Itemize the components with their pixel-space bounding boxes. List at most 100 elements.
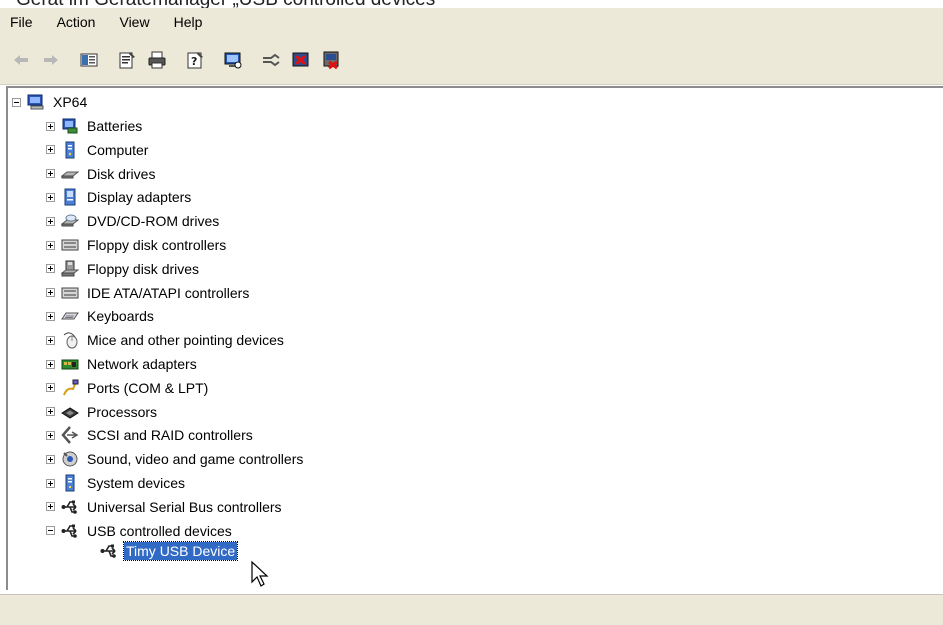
svg-text:?: ? (191, 55, 197, 68)
tree-category-label: IDE ATA/ATAPI controllers (87, 284, 250, 301)
properties-icon[interactable] (114, 47, 140, 73)
tree-category-row[interactable]: USB controlled devices (46, 520, 234, 542)
tree-category-label: Mice and other pointing devices (87, 332, 284, 349)
expand-button[interactable] (46, 240, 55, 250)
expand-button[interactable] (46, 264, 55, 274)
tree-category-label: Floppy disk controllers (87, 237, 227, 253)
tree-category-row[interactable]: Batteries (46, 115, 144, 137)
expand-button[interactable] (46, 335, 55, 345)
expand-button[interactable] (46, 169, 55, 179)
expand-button[interactable] (46, 478, 55, 488)
tree-category-row[interactable]: System devices (46, 472, 187, 494)
collapse-button[interactable] (12, 97, 21, 107)
floppy-drive-icon (61, 260, 79, 278)
tree-category-row[interactable]: Processors (46, 401, 159, 423)
tree-category-row[interactable]: Computer (46, 139, 150, 161)
tree-category-row[interactable]: Floppy disk controllers (46, 234, 228, 256)
scsi-controller-icon (61, 426, 79, 445)
tree-category-label: Ports (COM & LPT) (87, 379, 209, 396)
computer-icon (27, 93, 45, 111)
tree-root-label: XP64 (53, 94, 88, 110)
expand-button[interactable] (46, 216, 55, 226)
status-bar (0, 594, 943, 625)
mouse-pointer-icon (251, 560, 269, 587)
expand-button[interactable] (46, 121, 55, 131)
tree-category-label: Floppy disk drives (87, 260, 200, 277)
cut-off-caption: Gerät im Gerätemanager „USB controlled d… (0, 0, 943, 8)
tree-category-label: Display adapters (87, 189, 192, 206)
tree-category-label: USB controlled devices (87, 522, 232, 539)
collapse-button[interactable] (46, 526, 55, 536)
tree-category-label: Disk drives (87, 165, 156, 182)
selected-device-label[interactable]: Timy USB Device (122, 541, 239, 561)
menu-file[interactable]: File (0, 8, 45, 36)
device-tree: XP64 Batteries Computer Disk drives Display… (6, 86, 943, 590)
display-adapter-icon (61, 188, 79, 206)
tree-category-label: Batteries (87, 118, 143, 134)
expand-button[interactable] (46, 145, 55, 155)
tree-category-row[interactable]: Ports (COM & LPT) (46, 377, 210, 399)
tree-category-label: SCSI and RAID controllers (87, 427, 253, 444)
disable-device-icon[interactable] (288, 47, 314, 73)
system-device-icon (61, 474, 79, 492)
floppy-controller-icon (61, 236, 79, 254)
computer-icon (61, 141, 79, 159)
tree-category-row[interactable]: Network adapters (46, 353, 199, 375)
port-icon (61, 379, 79, 397)
help-icon[interactable]: ? (182, 47, 208, 73)
expand-button[interactable] (46, 502, 55, 512)
expand-button[interactable] (46, 430, 55, 440)
dvd-drive-icon (61, 212, 79, 230)
tree-category-row[interactable]: Floppy disk drives (46, 258, 201, 280)
tree-category-label: DVD/CD-ROM drives (87, 213, 220, 230)
forward-arrow-icon[interactable] (38, 47, 64, 73)
tree-category-row[interactable]: SCSI and RAID controllers (46, 424, 255, 446)
tree-category-row[interactable]: Display adapters (46, 186, 193, 208)
usb-icon (61, 522, 79, 540)
usb-icon (61, 498, 79, 516)
expand-button[interactable] (46, 288, 55, 298)
menu-view[interactable]: View (107, 8, 161, 36)
menu-action[interactable]: Action (45, 8, 108, 36)
expand-button[interactable] (46, 192, 55, 202)
tree-root-row[interactable]: XP64 (12, 91, 89, 113)
tree-category-label: Processors (87, 403, 158, 420)
tree-category-row[interactable]: Mice and other pointing devices (46, 329, 286, 351)
tree-category-row[interactable]: DVD/CD-ROM drives (46, 210, 221, 232)
tree-category-row[interactable]: Disk drives (46, 163, 157, 185)
back-arrow-icon[interactable] (8, 47, 34, 73)
expand-button[interactable] (46, 407, 55, 417)
expand-button[interactable] (46, 311, 55, 321)
battery-icon (61, 117, 79, 135)
ide-controller-icon (61, 284, 79, 302)
processor-icon (61, 403, 79, 421)
tree-category-label: Computer (87, 141, 149, 158)
menu-help[interactable]: Help (162, 8, 215, 36)
disk-drive-icon (61, 165, 79, 183)
tree-category-row[interactable]: Universal Serial Bus controllers (46, 496, 284, 518)
sound-icon (61, 450, 79, 468)
tree-category-label: Sound, video and game controllers (87, 451, 304, 468)
uninstall-device-icon[interactable] (318, 47, 344, 73)
tree-category-row[interactable]: Keyboards (46, 305, 156, 327)
update-driver-icon[interactable] (258, 47, 284, 73)
tree-device-row[interactable]: Timy USB Device (100, 540, 239, 562)
menu-bar: File Action View Help (0, 8, 943, 36)
tree-category-label: Network adapters (87, 356, 197, 372)
tree-category-row[interactable]: Sound, video and game controllers (46, 448, 305, 470)
tree-category-label: Universal Serial Bus controllers (87, 498, 282, 515)
expand-button[interactable] (46, 359, 55, 369)
print-icon[interactable] (144, 47, 170, 73)
expand-button[interactable] (46, 454, 55, 464)
network-adapter-icon (61, 355, 79, 373)
tree-category-label: System devices (87, 475, 186, 491)
tree-category-label: Keyboards (87, 308, 154, 325)
expand-button[interactable] (46, 383, 55, 393)
usb-icon (100, 542, 118, 560)
tree-category-row[interactable]: IDE ATA/ATAPI controllers (46, 282, 251, 304)
cut-off-caption-text: Gerät im Gerätemanager „USB controlled d… (16, 0, 442, 8)
scan-hardware-changes-icon[interactable] (220, 47, 246, 73)
toolbar: ? (0, 36, 943, 85)
keyboard-icon (61, 307, 79, 325)
show-hide-console-tree-icon[interactable] (76, 47, 102, 73)
